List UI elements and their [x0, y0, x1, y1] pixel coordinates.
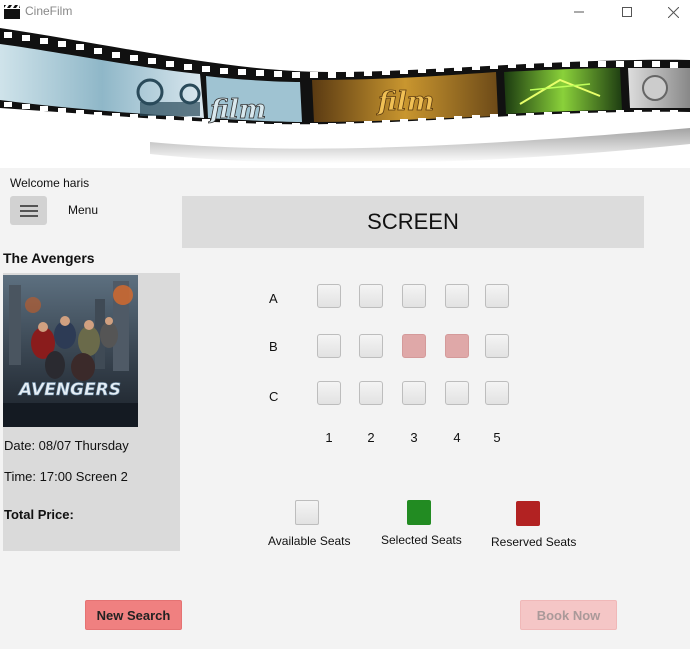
film-strip-image: film film [0, 28, 690, 168]
seat-b3-reserved[interactable] [402, 334, 426, 358]
seat-a2[interactable] [359, 284, 383, 308]
legend-selected-label: Selected Seats [381, 533, 462, 547]
seat-a3[interactable] [402, 284, 426, 308]
movie-info-panel: AVENGERS Date: 08/07 Thursday Time: 17:0… [3, 273, 180, 551]
row-label-c: C [269, 389, 279, 404]
show-time: Time: 17:00 Screen 2 [4, 469, 128, 484]
column-label-2: 2 [367, 430, 375, 445]
close-button[interactable] [650, 0, 690, 24]
seat-b4-reserved[interactable] [445, 334, 469, 358]
screen-indicator: SCREEN [182, 196, 644, 248]
seat-c4[interactable] [445, 381, 469, 405]
new-search-button[interactable]: New Search [85, 600, 182, 630]
row-label-b: B [269, 339, 278, 354]
movie-title: The Avengers [3, 250, 95, 266]
seat-a4[interactable] [445, 284, 469, 308]
total-price-label: Total Price: [4, 507, 74, 522]
seat-a5[interactable] [485, 284, 509, 308]
column-label-3: 3 [410, 430, 418, 445]
legend-available-swatch [295, 500, 319, 525]
movie-poster: AVENGERS [3, 275, 138, 427]
seat-b2[interactable] [359, 334, 383, 358]
column-label-4: 4 [453, 430, 461, 445]
row-label-a: A [269, 291, 278, 306]
book-now-button[interactable]: Book Now [520, 600, 617, 630]
seat-c2[interactable] [359, 381, 383, 405]
banner-frame-text: film [376, 87, 434, 117]
seat-a1[interactable] [317, 284, 341, 308]
menu-button[interactable] [10, 196, 47, 225]
maximize-icon [622, 7, 632, 17]
film-strip-banner: film film [0, 24, 690, 168]
seat-b1[interactable] [317, 334, 341, 358]
minimize-icon [574, 11, 584, 13]
legend-selected-swatch [407, 500, 431, 525]
banner-frame-text: film [208, 95, 266, 125]
column-label-5: 5 [493, 430, 501, 445]
seat-c3[interactable] [402, 381, 426, 405]
title-bar: CineFilm [0, 0, 690, 24]
welcome-text: Welcome haris [10, 176, 90, 190]
legend-reserved-swatch [516, 501, 540, 526]
column-label-1: 1 [325, 430, 333, 445]
seat-c1[interactable] [317, 381, 341, 405]
seat-b5[interactable] [485, 334, 509, 358]
minimize-button[interactable] [556, 0, 602, 24]
menu-label[interactable]: Menu [68, 203, 98, 217]
window-title: CineFilm [25, 4, 73, 18]
poster-title-text: AVENGERS [17, 380, 121, 400]
show-date: Date: 08/07 Thursday [4, 438, 129, 453]
maximize-button[interactable] [604, 0, 650, 24]
close-icon [667, 6, 679, 18]
legend-reserved-label: Reserved Seats [491, 535, 577, 549]
seat-c5[interactable] [485, 381, 509, 405]
hamburger-icon [19, 204, 38, 217]
clapperboard-icon [4, 5, 20, 19]
legend-available-label: Available Seats [268, 534, 351, 548]
